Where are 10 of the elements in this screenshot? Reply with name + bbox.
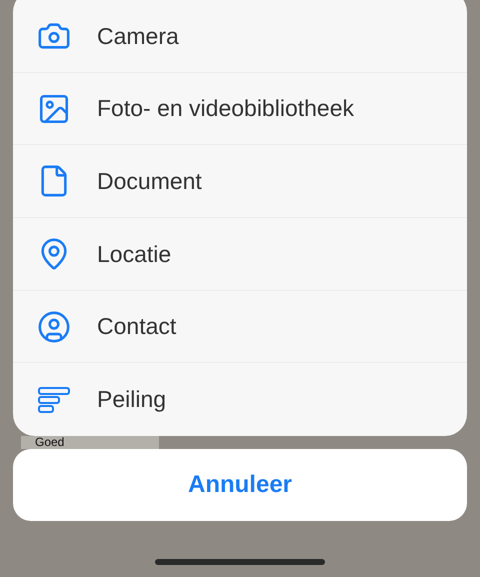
menu-item[interactable]: Peiling [13,363,467,436]
message-bubble: Goed [21,436,159,449]
menu-item[interactable]: Locatie [13,218,467,291]
menu-item[interactable]: Camera [13,0,467,73]
menu-item[interactable]: Foto- en videobibliotheek [13,72,467,146]
menu-item[interactable]: Document [13,145,467,218]
poll-icon [38,386,70,413]
person-circle-icon [37,310,71,344]
menu-item[interactable]: Contact [13,290,467,364]
cancel-button[interactable]: Annuleer [13,449,467,521]
